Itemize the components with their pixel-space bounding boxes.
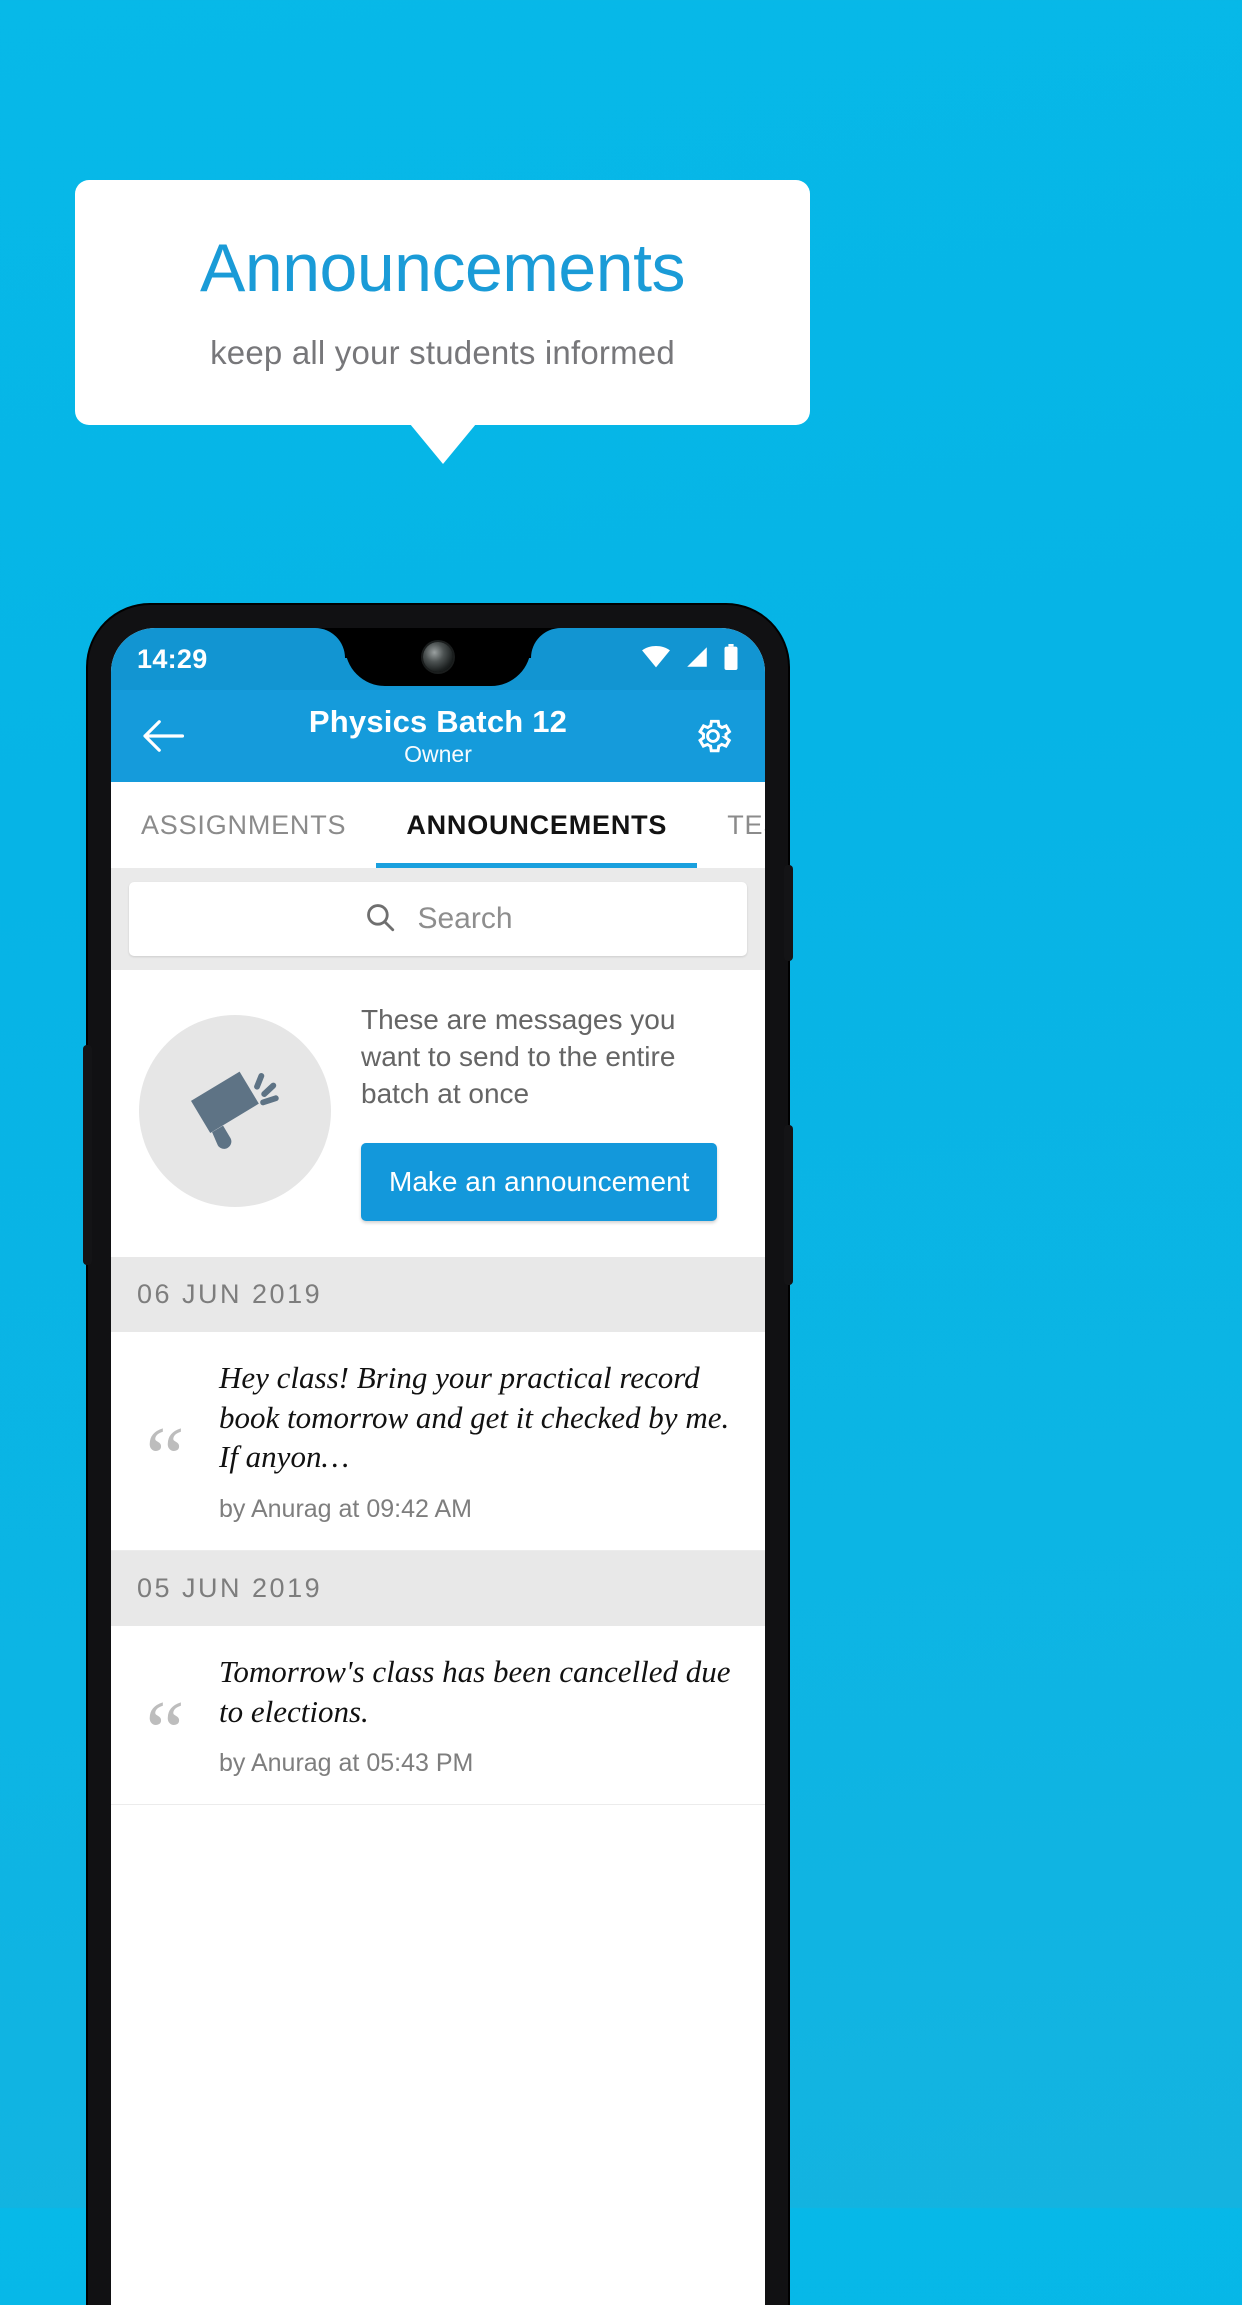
phone-volume-button <box>784 1125 793 1285</box>
make-announcement-button[interactable]: Make an announcement <box>361 1142 718 1221</box>
status-icons <box>641 643 739 675</box>
front-camera <box>423 642 453 672</box>
date-header: 06 JUN 2019 <box>111 1256 765 1332</box>
phone-power-button <box>784 865 793 961</box>
date-header: 05 JUN 2019 <box>111 1550 765 1626</box>
announcement-body: Hey class! Bring your practical record b… <box>219 1358 739 1524</box>
speech-bubble-tail <box>410 424 476 464</box>
app-bar-titles: Physics Batch 12 Owner <box>111 690 765 782</box>
announcement-meta: by Anurag at 05:43 PM <box>219 1749 474 1778</box>
announcement-row[interactable]: “ Tomorrow's class has been cancelled du… <box>111 1625 765 1806</box>
battery-icon <box>723 643 739 675</box>
signal-icon <box>684 646 710 673</box>
quote-icon: “ <box>145 1410 185 1508</box>
quote-icon: “ <box>145 1684 185 1782</box>
page-title: Announcements <box>200 229 685 306</box>
app-bar-title: Physics Batch 12 <box>308 703 568 739</box>
announcement-meta: by Anurag at 09:42 AM <box>219 1494 472 1523</box>
wifi-icon <box>641 645 671 673</box>
tab-announcements[interactable]: ANNOUNCEMENTS <box>376 782 698 868</box>
search-placeholder: Search <box>417 902 513 935</box>
announcement-body: Tomorrow's class has been cancelled due … <box>219 1652 739 1778</box>
announcement-text: Tomorrow's class has been cancelled due … <box>219 1653 731 1729</box>
promo-card: Announcements keep all your students inf… <box>75 180 810 425</box>
announcement-promo-text: These are messages you want to send to t… <box>361 1004 676 1109</box>
phone-left-button <box>83 1045 92 1265</box>
phone-screen: 14:29 Physics Batch 12 Owner ASSIGNMENTS… <box>111 628 765 2305</box>
search-input[interactable]: Search <box>129 882 747 956</box>
status-bar: 14:29 <box>111 628 765 690</box>
phone-mockup: 14:29 Physics Batch 12 Owner ASSIGNMENTS… <box>83 605 793 2305</box>
page-subtitle: keep all your students informed <box>210 334 675 372</box>
app-bar-subtitle: Owner <box>404 741 472 768</box>
tab-assignments[interactable]: ASSIGNMENTS <box>111 782 376 868</box>
app-bar: Physics Batch 12 Owner <box>111 690 765 782</box>
search-section: Search <box>111 868 765 970</box>
search-icon <box>363 900 397 939</box>
tab-tests[interactable]: TESTS <box>697 782 765 868</box>
announcement-promo-block: These are messages you want to send to t… <box>111 970 765 1257</box>
gear-icon[interactable] <box>685 708 741 764</box>
back-arrow-icon[interactable] <box>135 708 191 764</box>
announcement-text: Hey class! Bring your practical record b… <box>219 1359 730 1475</box>
phone-notch <box>345 628 531 686</box>
megaphone-icon <box>139 1015 331 1208</box>
announcement-row[interactable]: “ Hey class! Bring your practical record… <box>111 1331 765 1551</box>
tab-bar[interactable]: ASSIGNMENTS ANNOUNCEMENTS TESTS ’ <box>111 782 765 868</box>
status-time: 14:29 <box>137 643 208 674</box>
phone-bezel: 14:29 Physics Batch 12 Owner ASSIGNMENTS… <box>111 628 765 2305</box>
announcement-promo-right: These are messages you want to send to t… <box>361 1002 737 1221</box>
